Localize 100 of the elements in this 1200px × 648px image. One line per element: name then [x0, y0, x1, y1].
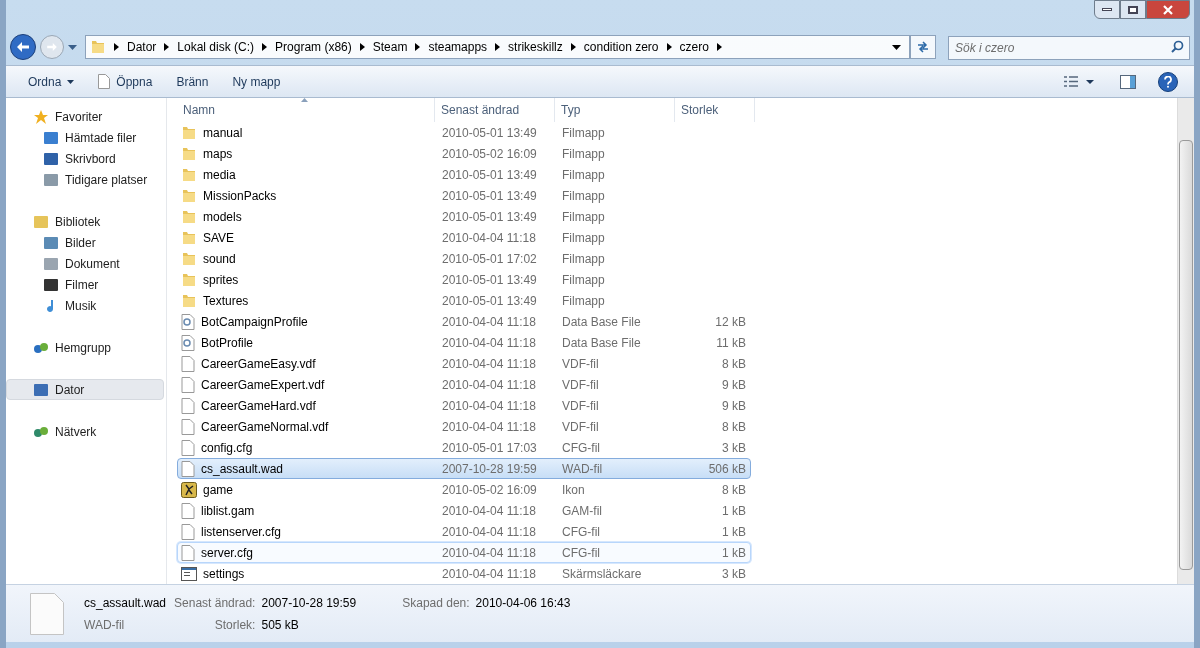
sidebar-item[interactable]: Bilder [6, 232, 164, 253]
file-icon [181, 355, 195, 372]
breadcrumb-item[interactable]: strikeskillz [508, 38, 563, 56]
modified-date: 2010-04-04 11:18 [441, 565, 537, 583]
file-name: server.cfg [201, 544, 254, 562]
sidebar-item[interactable]: Musik [6, 295, 164, 316]
sidebar-item[interactable]: Nätverk [6, 421, 164, 442]
file-type: CFG-fil [561, 544, 601, 562]
sidebar-item[interactable]: Bibliotek [6, 211, 164, 232]
modified-date: 2010-04-04 11:18 [441, 502, 537, 520]
file-icon [181, 376, 195, 393]
file-row[interactable]: maps 2010-05-02 16:09 Filmapp [177, 143, 751, 164]
file-row[interactable]: models 2010-05-01 13:49 Filmapp [177, 206, 751, 227]
file-row[interactable]: media 2010-05-01 13:49 Filmapp [177, 164, 751, 185]
refresh-button[interactable] [910, 35, 936, 59]
file-row[interactable]: CareerGameNormal.vdf 2010-04-04 11:18 VDF-fil 8 kB [177, 416, 751, 437]
file-name: cs_assault.wad [201, 460, 284, 478]
file-row[interactable]: config.cfg 2010-05-01 17:03 CFG-fil 3 kB [177, 437, 751, 458]
file-size: 8 kB [722, 418, 746, 436]
sidebar-item[interactable]: Hämtade filer [6, 127, 164, 148]
file-row[interactable]: manual 2010-05-01 13:49 Filmapp [177, 122, 751, 143]
file-row[interactable]: SAVE 2010-04-04 11:18 Filmapp [177, 227, 751, 248]
file-name: manual [203, 124, 243, 142]
modified-date: 2010-04-04 11:18 [441, 544, 537, 562]
breadcrumb-item[interactable]: Dator [127, 38, 157, 56]
sidebar-item[interactable]: Skrivbord [6, 148, 164, 169]
modified-date: 2010-05-01 13:49 [441, 124, 538, 142]
file-row[interactable]: BotProfile 2010-04-04 11:18 Data Base File 11 kB [177, 332, 751, 353]
chevron-right-icon [495, 43, 501, 51]
modified-date: 2010-04-04 11:18 [441, 397, 537, 415]
file-row[interactable]: sound 2010-05-01 17:02 Filmapp [177, 248, 751, 269]
file-size: 1 kB [722, 544, 746, 562]
toolbar-button[interactable]: Ny mapp [222, 69, 291, 94]
chevron-right-icon [570, 43, 576, 51]
modified-date: 2010-04-04 11:18 [441, 229, 537, 247]
folder-icon [181, 292, 197, 309]
file-type: WAD-fil [561, 460, 604, 478]
maximize-button[interactable] [1120, 0, 1146, 19]
file-row[interactable]: BotCampaignProfile 2010-04-04 11:18 Data Base File 12 kB [177, 311, 751, 332]
file-row[interactable]: game 2010-05-02 16:09 Ikon 8 kB [177, 479, 751, 500]
breadcrumb-item[interactable]: Lokal disk (C:) [177, 38, 255, 56]
column-header[interactable]: Storlek [675, 98, 755, 122]
modified-date: 2010-04-04 11:18 [441, 313, 537, 331]
file-row[interactable]: liblist.gam 2010-04-04 11:18 GAM-fil 1 kB [177, 500, 751, 521]
file-icon [181, 418, 195, 435]
file-row[interactable]: server.cfg 2010-04-04 11:18 CFG-fil 1 kB [177, 542, 751, 563]
arrow-right-icon [47, 43, 57, 51]
search-field[interactable]: Sök i czero [948, 36, 1190, 60]
column-header[interactable]: Senast ändrad [435, 98, 555, 122]
folder-icon [181, 124, 197, 141]
toolbar-button[interactable]: Bränn [166, 69, 219, 94]
breadcrumb-item[interactable]: Steam [372, 38, 408, 56]
file-type: Filmapp [561, 250, 606, 268]
file-row[interactable]: listenserver.cfg 2010-04-04 11:18 CFG-fil 1 kB [177, 521, 751, 542]
toolbar-button[interactable]: Ordna [18, 69, 85, 94]
breadcrumb-item[interactable]: czero [679, 38, 709, 56]
back-button[interactable] [10, 34, 36, 60]
file-row[interactable]: CareerGameExpert.vdf 2010-04-04 11:18 VDF-fil 9 kB [177, 374, 751, 395]
sidebar-item[interactable]: Filmer [6, 274, 164, 295]
file-type: Filmapp [561, 187, 606, 205]
modified-date: 2010-04-04 11:18 [441, 376, 537, 394]
modified-date: 2010-05-01 13:49 [441, 166, 538, 184]
sidebar-item[interactable]: Hemgrupp [6, 337, 164, 358]
dropdown-icon[interactable] [892, 44, 901, 50]
address-bar[interactable]: Dator Lokal disk (C:) Program (x86) Steam steamapps strikeskillz condition zero czero [85, 35, 910, 59]
help-button[interactable] [1158, 71, 1178, 92]
sidebar-item[interactable]: Tidigare platser [6, 169, 164, 190]
sidebar-item[interactable]: Dokument [6, 253, 164, 274]
modified-date: 2010-05-02 16:09 [441, 145, 538, 163]
question-mark-icon [1164, 75, 1172, 88]
file-row[interactable]: CareerGameEasy.vdf 2010-04-04 11:18 VDF-fil 8 kB [177, 353, 751, 374]
file-icon [181, 397, 195, 414]
file-size: 8 kB [722, 481, 746, 499]
sidebar-item[interactable]: Dator [6, 379, 164, 400]
file-type: Filmapp [561, 292, 606, 310]
file-name: sprites [203, 271, 239, 289]
chevron-right-icon [262, 43, 268, 51]
file-row[interactable]: MissionPacks 2010-05-01 13:49 Filmapp [177, 185, 751, 206]
file-type: VDF-fil [561, 355, 600, 373]
close-button[interactable] [1146, 0, 1190, 19]
breadcrumb-item[interactable]: Program (x86) [275, 38, 352, 56]
file-row[interactable]: CareerGameHard.vdf 2010-04-04 11:18 VDF-fil 9 kB [177, 395, 751, 416]
file-name: maps [203, 145, 233, 163]
breadcrumb-item[interactable]: steamapps [428, 38, 488, 56]
file-row[interactable]: sprites 2010-05-01 13:49 Filmapp [177, 269, 751, 290]
sidebar-item[interactable]: Favoriter [6, 106, 164, 127]
minimize-button[interactable] [1094, 0, 1120, 19]
file-row[interactable]: cs_assault.wad 2007-10-28 19:59 WAD-fil 506 kB [177, 458, 751, 479]
modified-date: 2010-05-01 13:49 [441, 292, 538, 310]
column-header[interactable]: Typ [555, 98, 675, 122]
file-row[interactable]: Textures 2010-05-01 13:49 Filmapp [177, 290, 751, 311]
modified-date: 2010-05-01 17:03 [441, 439, 538, 457]
file-icon [181, 439, 195, 456]
file-icon [181, 544, 195, 561]
file-size: 3 kB [722, 565, 746, 583]
file-size: 1 kB [722, 523, 746, 541]
scrollbar[interactable] [1177, 98, 1194, 584]
file-row[interactable]: settings 2010-04-04 11:18 Skärmsläckare 3 kB [177, 563, 751, 584]
toolbar-button[interactable]: Öppna [88, 69, 163, 94]
breadcrumb-item[interactable]: condition zero [583, 38, 659, 56]
